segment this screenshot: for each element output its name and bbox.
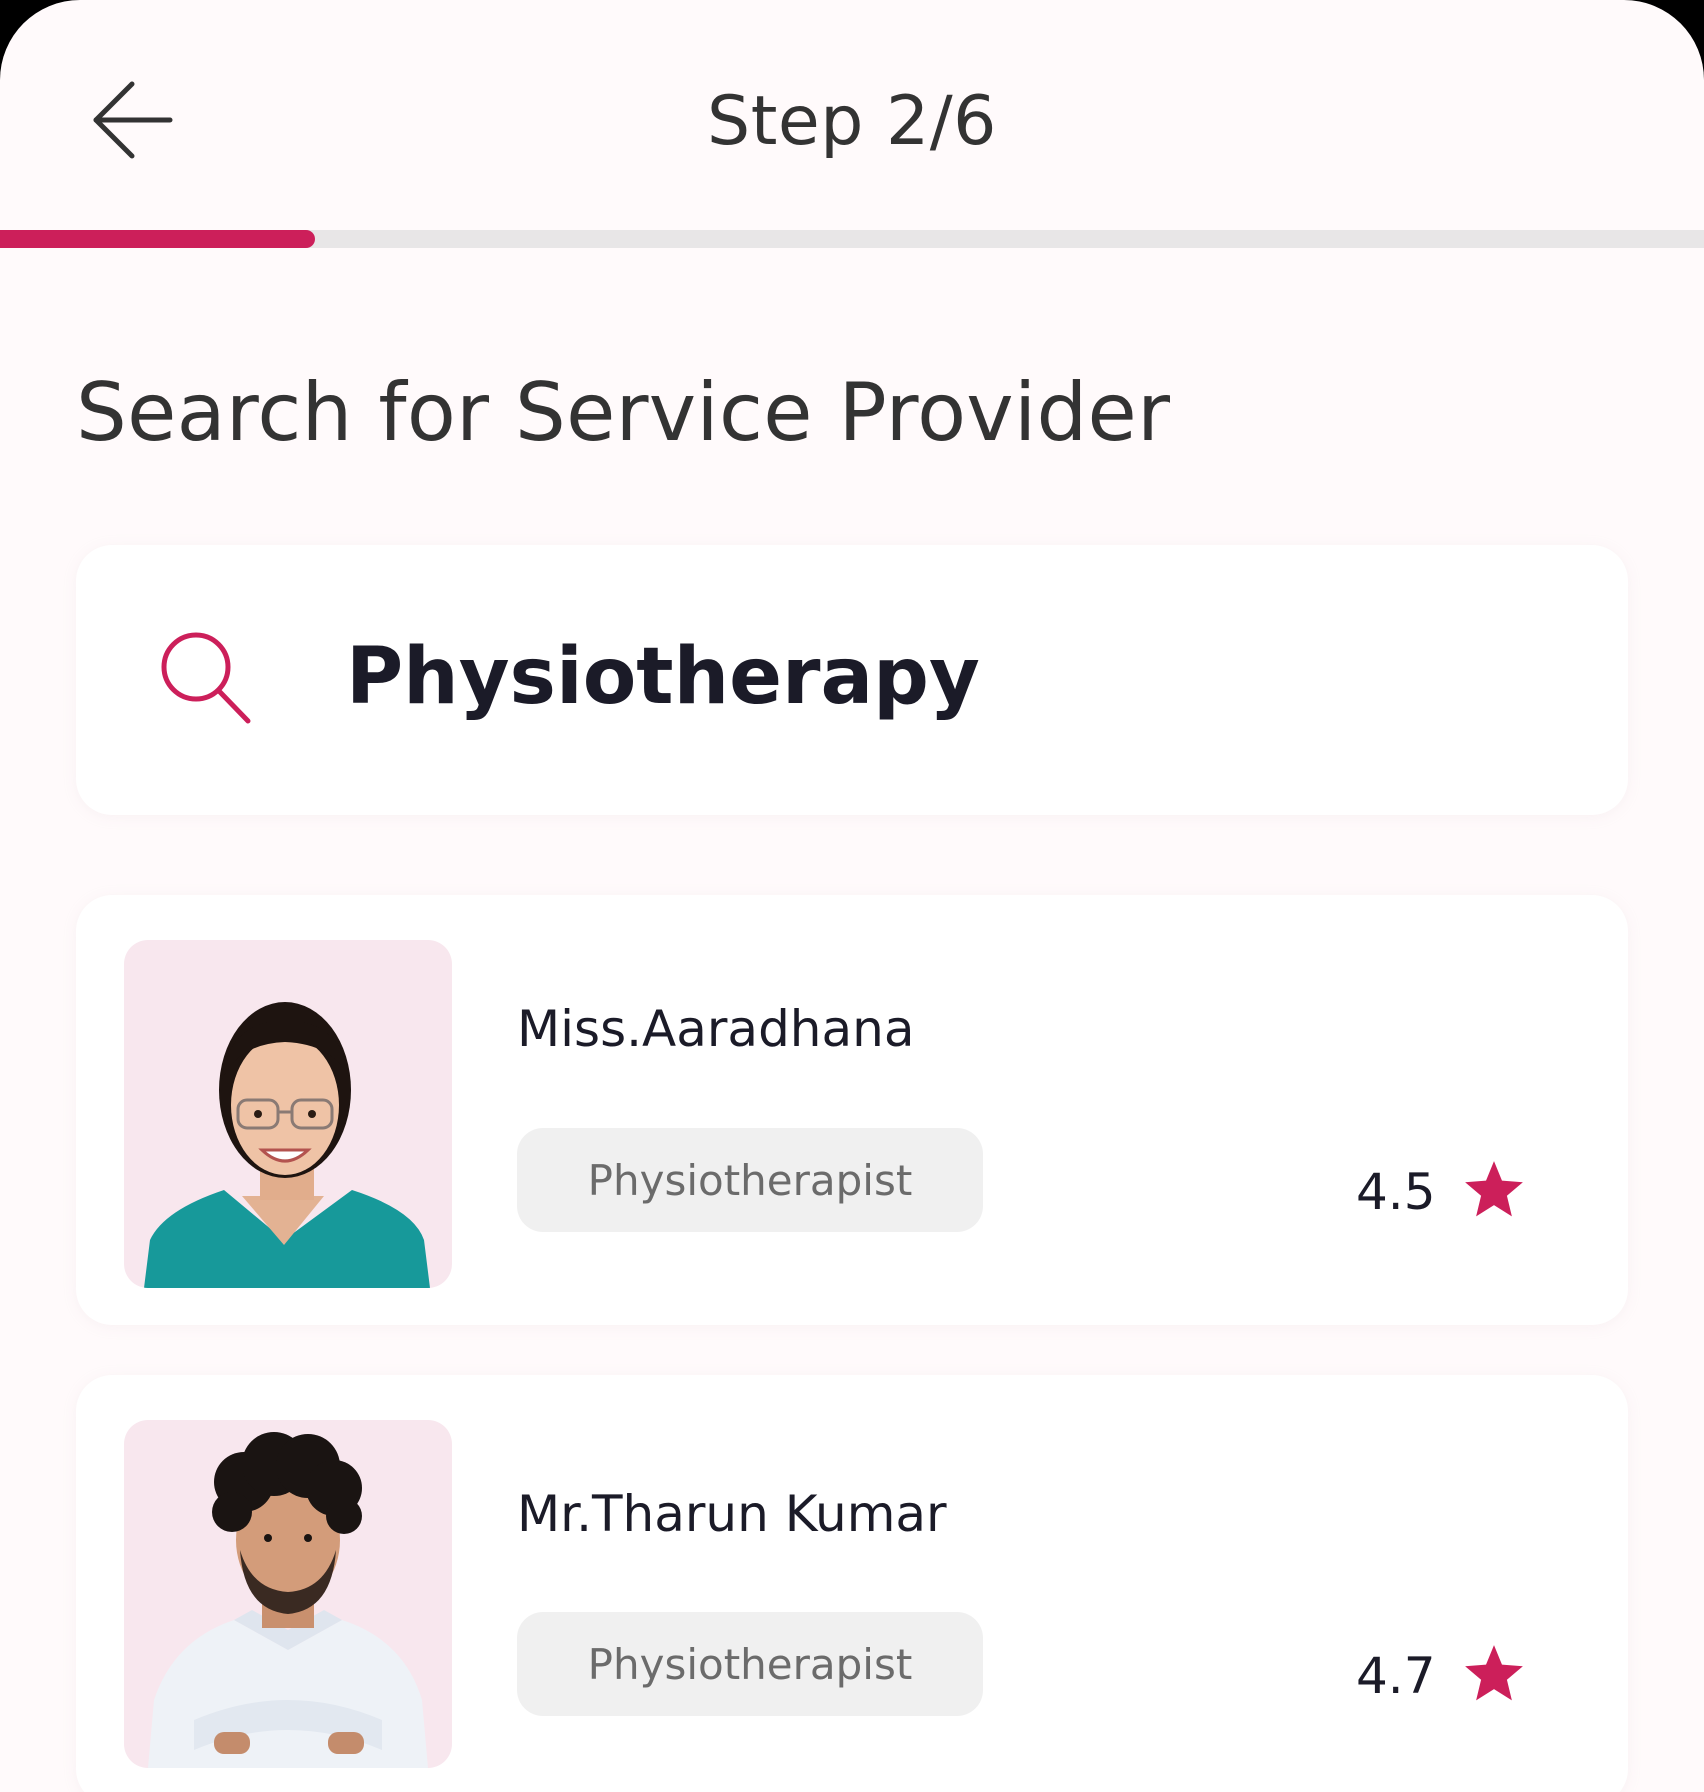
page-title: Search for Service Provider [76,366,1171,459]
provider-name: Mr.Tharun Kumar [517,1485,947,1543]
rating-value: 4.5 [1356,1163,1436,1221]
search-input[interactable] [346,617,1546,737]
progress-bar [0,230,1704,248]
search-box[interactable] [76,545,1628,815]
role-chip: Physiotherapist [517,1612,983,1716]
avatar-woman-illustration [144,1002,430,1288]
provider-card[interactable]: Miss.Aaradhana Physiotherapist 4.5 [76,895,1628,1325]
star-icon [1465,1645,1523,1701]
role-chip: Physiotherapist [517,1128,983,1232]
avatar-man-illustration [148,1432,428,1768]
star-icon [1465,1161,1523,1217]
provider-avatar [124,940,452,1288]
progress-fill [0,230,316,248]
header: Step 2/6 [0,0,1704,230]
app-screen: Step 2/6 Search for Service Provider Phy… [0,0,1704,1792]
provider-name: Miss.Aaradhana [517,1000,915,1058]
search-icon [161,632,251,724]
provider-avatar [124,1420,452,1768]
rating-value: 4.7 [1356,1647,1436,1705]
step-indicator: Step 2/6 [707,82,997,161]
provider-card[interactable]: Mr.Tharun Kumar Physiotherapist 4.7 [76,1375,1628,1792]
